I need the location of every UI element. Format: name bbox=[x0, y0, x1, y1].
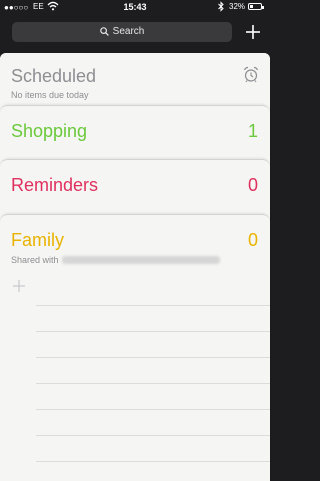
bluetooth-icon bbox=[218, 1, 224, 12]
family-count: 0 bbox=[247, 230, 258, 250]
search-icon bbox=[99, 27, 109, 36]
family-title: Family bbox=[11, 230, 64, 250]
status-bar: ●●○○○ EE 15:43 32% bbox=[0, 0, 270, 14]
add-list-button[interactable] bbox=[244, 23, 262, 41]
battery-icon bbox=[248, 3, 264, 10]
reminders-list[interactable]: Reminders 0 bbox=[0, 159, 270, 220]
scheduled-title: Scheduled bbox=[11, 66, 97, 86]
battery-level bbox=[250, 5, 253, 8]
shopping-list[interactable]: Shopping 1 bbox=[0, 105, 270, 166]
search-bar[interactable]: Search bbox=[12, 22, 232, 42]
battery-nub bbox=[262, 5, 264, 9]
shopping-title: Shopping bbox=[11, 121, 88, 141]
reminders-count: 0 bbox=[247, 175, 258, 195]
shared-with-label: Shared with bbox=[11, 255, 59, 265]
search-bar-content: Search bbox=[12, 26, 232, 37]
row-separator bbox=[36, 435, 270, 436]
alarm-clock-icon bbox=[243, 66, 259, 83]
redacted-email bbox=[61, 256, 220, 264]
reminders-title: Reminders bbox=[11, 175, 99, 195]
row-separator bbox=[36, 331, 270, 332]
row-separator bbox=[36, 305, 270, 306]
empty-reminder-rows bbox=[36, 305, 270, 480]
row-separator bbox=[36, 461, 270, 462]
row-separator bbox=[36, 409, 270, 410]
row-separator bbox=[36, 383, 270, 384]
new-reminder-button[interactable] bbox=[12, 279, 26, 293]
battery-percentage: 32% bbox=[229, 2, 246, 11]
family-shared-with: Shared with bbox=[11, 255, 220, 265]
row-separator bbox=[36, 357, 270, 358]
scheduled-list[interactable]: Scheduled No items due today bbox=[0, 53, 270, 113]
search-label: Search bbox=[112, 26, 145, 37]
scheduled-subtitle: No items due today bbox=[11, 90, 89, 100]
shopping-count: 1 bbox=[247, 121, 258, 141]
